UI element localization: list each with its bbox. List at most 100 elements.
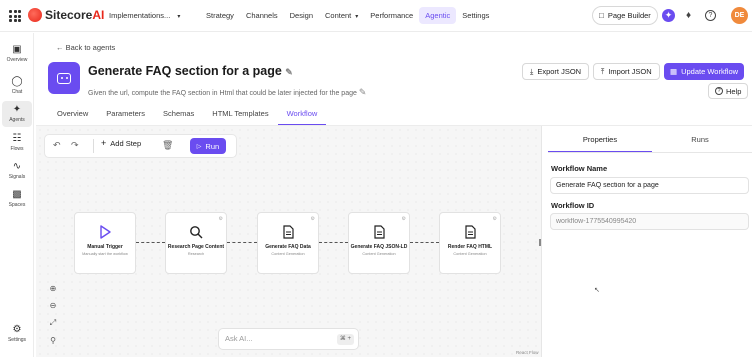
node-gear-icon[interactable]: ⚙ — [493, 216, 497, 222]
page-subtitle-text: Given the url, compute the FAQ section i… — [88, 90, 357, 97]
tab-parameters[interactable]: Parameters — [97, 104, 154, 125]
tab-workflow[interactable]: Workflow — [277, 104, 327, 125]
sidebar-item-settings[interactable]: ⚙ Settings — [2, 321, 32, 347]
node-title: Generate FAQ JSON-LD — [350, 244, 408, 250]
page-builder-button[interactable]: □ Page Builder — [592, 6, 658, 25]
page-subtitle: Given the url, compute the FAQ section i… — [88, 87, 366, 98]
workflow-node-generate-faq-data[interactable]: ⚙ Generate FAQ Data Content Generation — [257, 212, 319, 274]
node-gear-icon[interactable]: ⚙ — [219, 216, 223, 222]
chat-icon: ◯ — [11, 76, 23, 87]
import-json-button[interactable]: ⤒ Import JSON — [593, 63, 660, 80]
lock-icon[interactable]: ⚲ — [46, 334, 60, 348]
nav-settings[interactable]: Settings — [456, 7, 495, 24]
react-flow-attribution[interactable]: React Flow — [516, 350, 539, 355]
zoom-in-icon[interactable]: ⊕ — [46, 282, 60, 296]
tab-html-templates[interactable]: HTML Templates — [203, 104, 277, 125]
upload-icon: ⤒ — [601, 66, 605, 76]
sitecore-logo[interactable]: Sitecore AI — [28, 8, 104, 22]
puzzle-icon[interactable]: ♦ — [682, 9, 695, 22]
sidebar-item-label: Agents — [9, 117, 25, 123]
site-switcher[interactable]: Implementations... ▾ — [109, 11, 180, 20]
left-sidebar: ▣ Overview ◯ Chat ✦ Agents ☷ Flows ∿ Sig… — [0, 33, 34, 357]
node-subtitle: Content Generation — [453, 252, 487, 256]
help-label: Help — [726, 86, 742, 96]
workflow-name-input[interactable] — [550, 177, 749, 194]
sidebar-item-chat[interactable]: ◯ Chat — [2, 73, 32, 99]
nav-strategy[interactable]: Strategy — [200, 7, 240, 24]
undo-icon[interactable]: ↶ — [53, 140, 61, 151]
back-to-agents-link[interactable]: ← Back to agents — [56, 43, 115, 52]
document-icon — [283, 225, 294, 239]
sidebar-item-agents[interactable]: ✦ Agents — [2, 101, 32, 127]
tab-runs[interactable]: Runs — [648, 135, 752, 152]
node-gear-icon[interactable]: ⚙ — [311, 216, 315, 222]
nav-performance[interactable]: Performance — [364, 7, 419, 24]
gear-icon: ⚙ — [12, 324, 22, 335]
edit-subtitle-pencil-icon[interactable]: ✎ — [359, 87, 367, 97]
sidebar-item-signals[interactable]: ∿ Signals — [2, 158, 32, 184]
ask-ai-input[interactable] — [225, 334, 335, 343]
brand-name: Sitecore — [45, 8, 93, 22]
search-icon — [190, 226, 203, 239]
update-workflow-button[interactable]: ▦ Update Workflow — [664, 63, 745, 80]
node-subtitle: Research — [187, 252, 205, 256]
properties-panel — [541, 126, 752, 357]
toolbar-divider — [93, 139, 94, 153]
run-button[interactable]: ▷ Run — [190, 138, 226, 154]
add-step-label: Add Step — [110, 138, 142, 148]
sidebar-item-label: Spaces — [8, 202, 26, 208]
sidebar-item-label: Signals — [8, 174, 26, 180]
nav-agentic[interactable]: Agentic — [419, 7, 457, 24]
node-subtitle: Content Generation — [362, 252, 396, 256]
monitor-icon: ▣ — [12, 44, 22, 55]
tab-schemas[interactable]: Schemas — [154, 104, 203, 125]
ai-sparkle-icon[interactable]: ✦ — [662, 9, 675, 22]
node-title: Generate FAQ Data — [265, 244, 311, 250]
ask-ai-shortcut: ⌘ + — [336, 334, 354, 345]
node-subtitle: Content Generation — [271, 252, 305, 256]
redo-icon[interactable]: ↷ — [71, 140, 79, 151]
panel-tabs-divider — [548, 152, 752, 153]
agent-tabs: Overview Parameters Schemas HTML Templat… — [48, 104, 327, 125]
avatar[interactable]: DE — [731, 7, 748, 24]
flows-icon: ☷ — [12, 133, 22, 144]
plus-icon: + — [101, 138, 107, 148]
sidebar-item-label: Chat — [11, 89, 23, 95]
sidebar-item-spaces[interactable]: ▩ Spaces — [2, 186, 32, 212]
add-step-button[interactable]: + Add Step — [101, 138, 141, 148]
nav-design[interactable]: Design — [284, 7, 319, 24]
nav-content[interactable]: Content ▾ — [319, 7, 364, 24]
tab-overview[interactable]: Overview — [48, 104, 97, 125]
workflow-name-label: Workflow Name — [551, 164, 608, 173]
signals-icon: ∿ — [12, 161, 22, 172]
app-grid-icon[interactable] — [9, 10, 21, 22]
node-title: Research Page Content — [167, 244, 225, 250]
zoom-out-icon[interactable]: ⊖ — [46, 299, 60, 313]
help-circle-icon: ? — [715, 87, 723, 95]
page-builder-icon: □ — [599, 11, 604, 20]
tab-properties[interactable]: Properties — [548, 135, 652, 152]
edit-title-pencil-icon[interactable]: ✎ — [285, 67, 293, 77]
sidebar-item-flows[interactable]: ☷ Flows — [2, 130, 32, 156]
help-button[interactable]: ? Help — [708, 83, 749, 99]
node-title: Render FAQ HTML — [447, 244, 493, 250]
sidebar-item-overview[interactable]: ▣ Overview — [2, 41, 32, 67]
export-json-label: Export JSON — [537, 67, 582, 76]
node-gear-icon[interactable]: ⚙ — [402, 216, 406, 222]
site-switcher-label: Implementations... — [109, 11, 171, 20]
workflow-node-render-faq-html[interactable]: ⚙ Render FAQ HTML Content Generation — [439, 212, 501, 274]
nav-channels[interactable]: Channels — [240, 7, 284, 24]
trash-icon[interactable]: 🗑 — [162, 140, 173, 151]
workflow-node-generate-faq-json-ld[interactable]: ⚙ Generate FAQ JSON-LD Content Generatio… — [348, 212, 410, 274]
workflow-id-field — [550, 213, 749, 230]
import-json-label: Import JSON — [608, 67, 652, 76]
mouse-cursor-icon: ↖ — [594, 287, 600, 294]
workflow-node-research-page[interactable]: ⚙ Research Page Content Research — [165, 212, 227, 274]
workflow-node-manual-trigger[interactable]: Manual Trigger Manually start the workfl… — [74, 212, 136, 274]
top-nav: Strategy Channels Design Content ▾ Perfor… — [200, 7, 495, 24]
sidebar-item-label: Settings — [7, 337, 27, 343]
fit-view-icon[interactable]: ⤢ — [46, 316, 60, 330]
export-json-button[interactable]: ⤓ Export JSON — [522, 63, 590, 80]
help-icon[interactable]: ? — [705, 10, 716, 21]
download-icon: ⤓ — [530, 66, 534, 76]
